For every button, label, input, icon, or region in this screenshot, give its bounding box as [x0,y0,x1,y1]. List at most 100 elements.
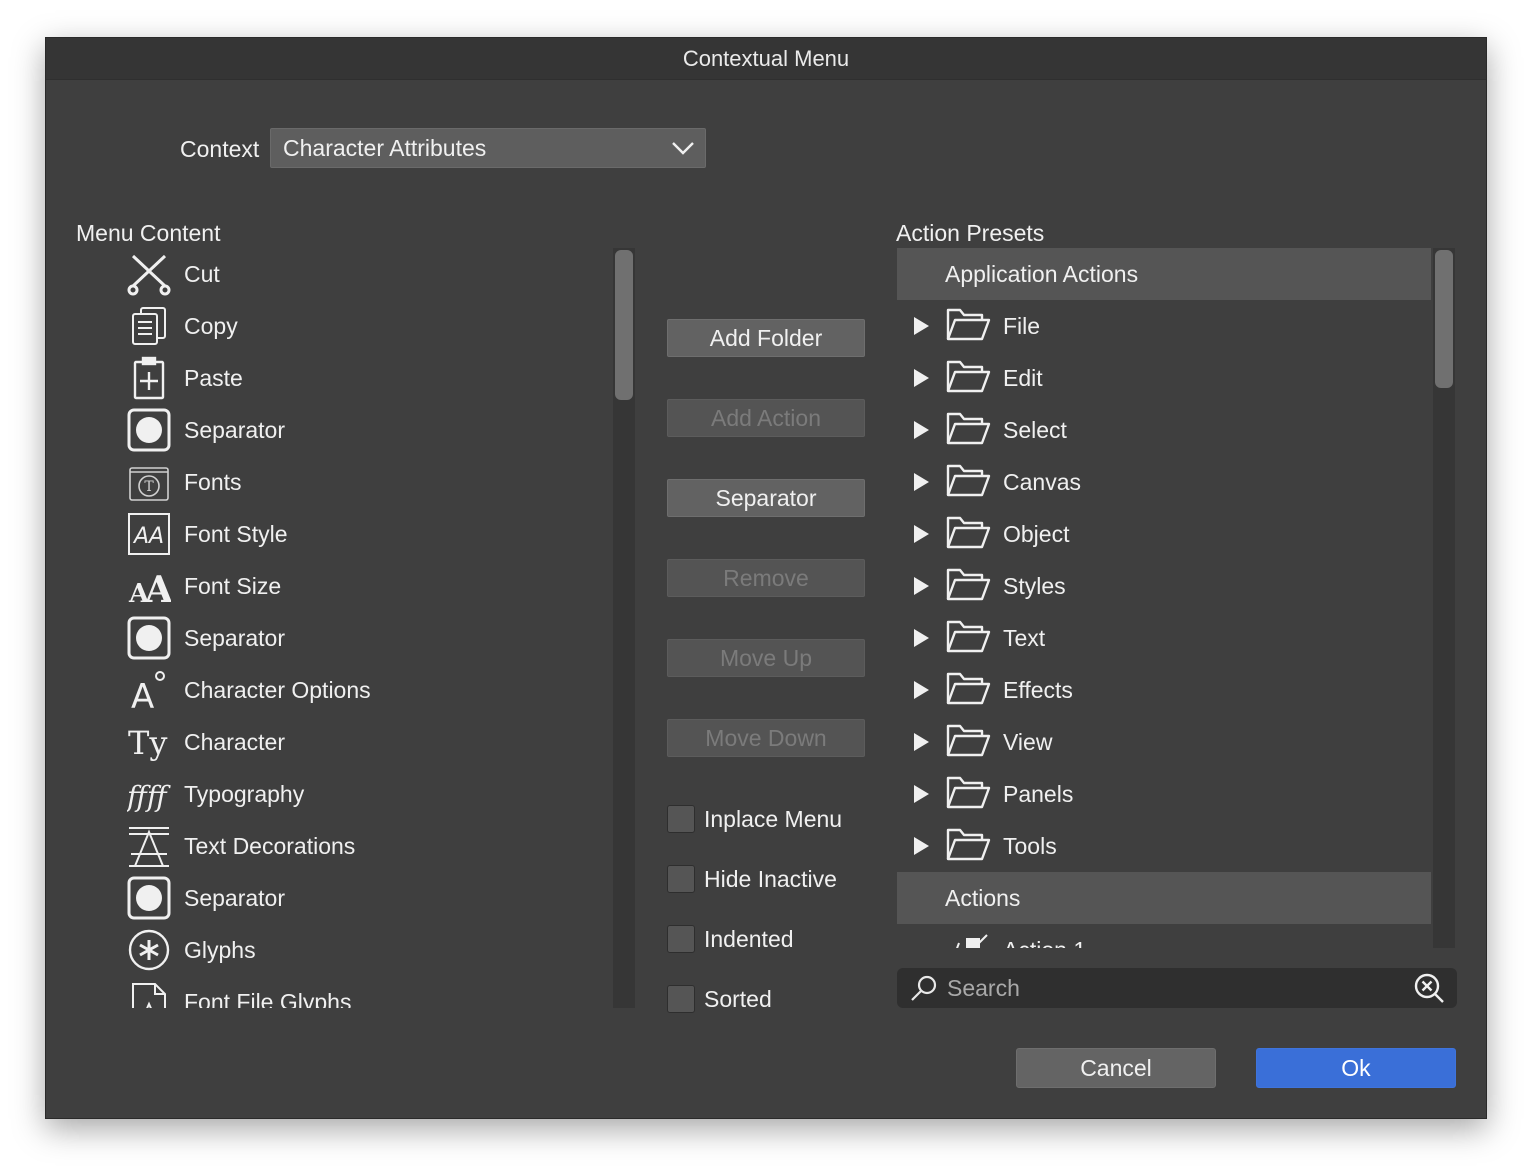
indented-option[interactable]: Indented [667,923,794,955]
list-item-label: Typography [184,780,305,807]
tree-row-label: Styles [1003,572,1066,599]
tree-row-label: Object [1003,520,1070,547]
folder-icon [945,305,991,348]
svg-text:ffff: ffff [127,780,171,813]
tree-row-label: Edit [1003,364,1043,391]
menu-content-scrollbar-thumb[interactable] [615,250,633,400]
list-item[interactable]: AA Font Style [126,508,626,560]
list-item-label: Text Decorations [184,832,356,859]
application-actions-header[interactable]: Application Actions [897,248,1431,300]
disclosure-triangle-icon[interactable] [897,680,945,700]
disclosure-triangle-icon[interactable] [897,316,945,336]
context-dropdown[interactable]: Character Attributes [270,128,706,168]
tree-row-folder[interactable]: Text [897,612,1431,664]
action-presets-tree: Application Actions File Edit Select Canvas… [897,248,1431,948]
disclosure-triangle-icon[interactable] [897,576,945,596]
folder-icon [945,617,991,660]
disclosure-triangle-icon[interactable] [897,732,945,752]
tree-row-folder[interactable]: View [897,716,1431,768]
tree-row-label: View [1003,728,1053,755]
tree-row-folder[interactable]: Canvas [897,456,1431,508]
disclosure-triangle-icon[interactable] [897,368,945,388]
list-item-label: Cut [184,260,220,287]
character-options-icon: A [126,667,172,713]
add-action-button[interactable]: Add Action [667,399,865,437]
separator-icon [126,615,172,661]
indented-checkbox[interactable] [667,925,695,953]
inplace-menu-checkbox[interactable] [667,805,695,833]
tree-row-folder[interactable]: Object [897,508,1431,560]
separator-button[interactable]: Separator [667,479,865,517]
menu-content-label: Menu Content [76,220,221,246]
disclosure-triangle-icon[interactable] [897,628,945,648]
search-input[interactable] [945,973,1413,1003]
font-style-icon: AA [126,511,172,557]
text-decorations-icon [126,823,172,869]
list-item[interactable]: ffff Typography [126,768,626,820]
paste-icon [126,355,172,401]
scissors-icon [126,251,172,297]
list-item[interactable]: T Fonts [126,456,626,508]
tree-row-folder[interactable]: Effects [897,664,1431,716]
list-item[interactable]: AA Font Size [126,560,626,612]
list-item[interactable]: Text Decorations [126,820,626,872]
separator-icon [126,407,172,453]
list-item[interactable]: A Character Options [126,664,626,716]
list-item[interactable]: Font File Glyphs [126,976,626,1008]
sorted-checkbox[interactable] [667,985,695,1013]
tree-row-folder[interactable]: Edit [897,352,1431,404]
disclosure-triangle-icon[interactable] [897,420,945,440]
remove-button[interactable]: Remove [667,559,865,597]
folder-icon [945,721,991,764]
disclosure-triangle-icon[interactable] [897,524,945,544]
svg-text:T: T [144,479,154,495]
glyphs-icon [126,927,172,973]
folder-icon [945,669,991,712]
menu-content-scrollbar[interactable] [613,248,635,1008]
fonts-icon: T [126,459,172,505]
clear-search-icon[interactable] [1413,972,1445,1004]
move-up-button[interactable]: Move Up [667,639,865,677]
disclosure-triangle-icon[interactable] [897,472,945,492]
list-item-label: Glyphs [184,936,256,963]
action-presets-scrollbar-thumb[interactable] [1435,250,1453,388]
tree-row-folder[interactable]: File [897,300,1431,352]
tree-row-folder[interactable]: Select [897,404,1431,456]
actions-header[interactable]: Actions [897,872,1431,924]
hide-inactive-checkbox[interactable] [667,865,695,893]
tree-row-label: Tools [1003,832,1057,859]
list-item-label: Separator [184,416,286,443]
list-item-label: Copy [184,312,238,339]
inplace-menu-option[interactable]: Inplace Menu [667,803,842,835]
add-folder-button[interactable]: Add Folder [667,319,865,357]
tree-row-label: Text [1003,624,1046,651]
svg-text:A: A [144,569,171,608]
action-presets-scrollbar[interactable] [1433,248,1455,948]
tree-row-folder[interactable]: Panels [897,768,1431,820]
inplace-menu-label: Inplace Menu [704,805,843,832]
tree-row-folder[interactable]: Tools [897,820,1431,872]
list-item[interactable]: Copy [126,300,626,352]
list-item-label: Separator [184,884,286,911]
list-item[interactable]: Paste [126,352,626,404]
move-down-button[interactable]: Move Down [667,719,865,757]
list-item[interactable]: Separator [126,404,626,456]
tree-row-folder[interactable]: Styles [897,560,1431,612]
tree-row-action[interactable]: Action 1 [897,924,1431,948]
folder-icon [945,825,991,868]
list-item[interactable]: Ty Character [126,716,626,768]
disclosure-triangle-icon[interactable] [897,784,945,804]
list-item-label: Font Style [184,520,288,547]
sorted-option[interactable]: Sorted [667,983,772,1015]
list-item[interactable]: Cut [126,248,626,300]
ok-button[interactable]: Ok [1256,1048,1456,1088]
context-selected-value: Character Attributes [283,134,487,161]
list-item[interactable]: Glyphs [126,924,626,976]
hide-inactive-option[interactable]: Hide Inactive [667,863,837,895]
cancel-button[interactable]: Cancel [1016,1048,1216,1088]
list-item[interactable]: Separator [126,612,626,664]
disclosure-triangle-icon[interactable] [897,836,945,856]
separator-icon [126,875,172,921]
list-item-label: Fonts [184,468,242,495]
list-item[interactable]: Separator [126,872,626,924]
